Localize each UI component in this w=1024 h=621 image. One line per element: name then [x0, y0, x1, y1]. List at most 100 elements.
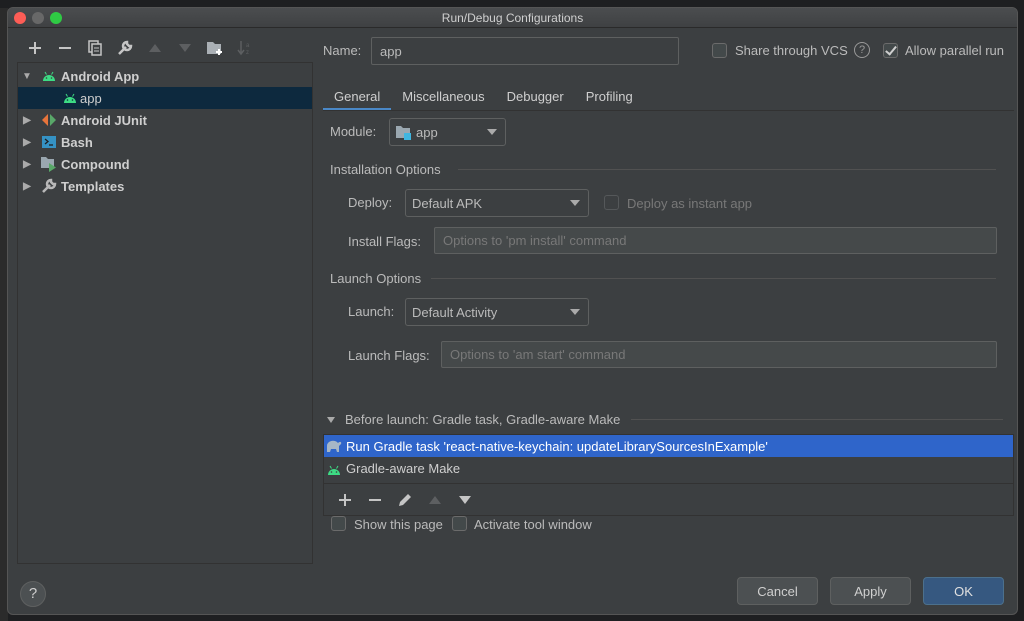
- install-flags-input[interactable]: Options to 'pm install' command: [434, 227, 997, 254]
- wrench-icon[interactable]: [110, 36, 140, 60]
- tree-item-templates[interactable]: ▶ Templates: [18, 175, 312, 197]
- cancel-button[interactable]: Cancel: [737, 577, 818, 605]
- title-bar: Run/Debug Configurations: [8, 8, 1017, 28]
- maximize-window-button[interactable]: [50, 12, 62, 24]
- collapsed-arrow-icon[interactable]: ▶: [21, 115, 33, 126]
- compound-icon: [41, 156, 57, 172]
- wrench-icon: [41, 178, 57, 194]
- edit-pencil-icon[interactable]: [390, 488, 420, 512]
- move-down-icon[interactable]: [450, 488, 480, 512]
- instant-app-label: Deploy as instant app: [627, 196, 753, 211]
- remove-icon[interactable]: [360, 488, 390, 512]
- launch-flags-label: Launch Flags:: [348, 348, 430, 363]
- tab-debugger[interactable]: Debugger: [496, 82, 575, 110]
- android-icon: [62, 90, 78, 106]
- move-up-icon[interactable]: [140, 36, 170, 60]
- install-flags-label: Install Flags:: [348, 234, 421, 249]
- show-page-label: Show this page: [354, 517, 443, 532]
- before-launch-item-label: Gradle-aware Make: [346, 460, 461, 476]
- chevron-down-icon: [570, 200, 580, 206]
- chevron-down-icon: [487, 129, 497, 135]
- tab-general[interactable]: General: [323, 82, 392, 111]
- deploy-value: Default APK: [412, 195, 483, 211]
- launch-value: Default Activity: [412, 304, 498, 320]
- deploy-select[interactable]: Default APK: [405, 189, 589, 217]
- tree-item-compound[interactable]: ▶ Compound: [18, 153, 312, 175]
- name-input[interactable]: app: [371, 37, 679, 65]
- tree-item-bash[interactable]: ▶ Bash: [18, 131, 312, 153]
- collapsed-arrow-icon[interactable]: ▶: [21, 159, 33, 170]
- close-window-button[interactable]: [14, 12, 26, 24]
- name-label: Name:: [323, 43, 362, 58]
- tab-label: Profiling: [585, 88, 633, 104]
- run-debug-dialog: Run/Debug Configurations az ▼ Android Ap…: [7, 7, 1018, 615]
- launch-flags-placeholder: Options to 'am start' command: [450, 347, 626, 362]
- tab-profiling[interactable]: Profiling: [575, 82, 644, 110]
- launch-flags-input[interactable]: Options to 'am start' command: [441, 341, 997, 368]
- launch-select[interactable]: Default Activity: [405, 298, 589, 326]
- tab-label: Debugger: [506, 88, 564, 104]
- before-launch-toolbar: [324, 483, 1013, 515]
- tree-item-android-app[interactable]: ▼ Android App: [18, 65, 312, 87]
- name-input-value: app: [380, 43, 402, 59]
- apply-label: Apply: [854, 583, 887, 599]
- help-button[interactable]: ?: [20, 581, 46, 607]
- allow-parallel-checkbox[interactable]: [883, 43, 898, 58]
- gradle-icon: [325, 438, 342, 456]
- configurations-tree[interactable]: ▼ Android App app ▶ Android JUnit ▶ Bash: [17, 62, 313, 564]
- tab-miscellaneous[interactable]: Miscellaneous: [391, 82, 495, 110]
- collapsed-arrow-icon[interactable]: ▶: [21, 181, 33, 192]
- tab-label: General: [334, 88, 381, 104]
- remove-icon[interactable]: [50, 36, 80, 60]
- add-icon[interactable]: [20, 36, 50, 60]
- config-tabs: General Miscellaneous Debugger Profiling: [323, 82, 644, 111]
- allow-parallel-label: Allow parallel run: [905, 43, 1004, 58]
- instant-app-checkbox[interactable]: [604, 195, 619, 210]
- move-up-icon[interactable]: [420, 488, 450, 512]
- minimize-window-button[interactable]: [32, 12, 44, 24]
- ok-button[interactable]: OK: [923, 577, 1004, 605]
- collapsed-arrow-icon[interactable]: ▶: [21, 137, 33, 148]
- ok-label: OK: [954, 583, 973, 599]
- copy-icon[interactable]: [80, 36, 110, 60]
- move-down-icon[interactable]: [170, 36, 200, 60]
- before-launch-item-label: Run Gradle task 'react-native-keychain: …: [346, 438, 768, 454]
- section-divider: [631, 419, 1003, 420]
- launch-label: Launch:: [348, 304, 395, 319]
- terminal-icon: [41, 134, 57, 150]
- new-folder-icon[interactable]: [200, 36, 230, 60]
- window-title: Run/Debug Configurations: [441, 11, 584, 25]
- launch-options-title: Launch Options: [330, 271, 422, 286]
- svg-text:z: z: [246, 50, 249, 56]
- section-divider: [458, 169, 996, 170]
- installation-options-title: Installation Options: [330, 162, 441, 177]
- add-icon[interactable]: [330, 488, 360, 512]
- cancel-label: Cancel: [757, 583, 798, 599]
- activate-tool-window-checkbox[interactable]: [452, 516, 467, 531]
- section-divider: [431, 278, 996, 279]
- share-vcs-checkbox[interactable]: [712, 43, 727, 58]
- sort-icon[interactable]: az: [230, 36, 260, 60]
- tree-item-android-junit[interactable]: ▶ Android JUnit: [18, 109, 312, 131]
- before-launch-item-gradle-make[interactable]: Gradle-aware Make: [324, 457, 1013, 479]
- tabs-divider: [323, 110, 1014, 111]
- module-label: Module:: [330, 124, 377, 139]
- tab-label: Miscellaneous: [402, 88, 485, 104]
- help-icon[interactable]: ?: [854, 42, 870, 58]
- tree-item-label: Android App: [61, 68, 140, 84]
- before-launch-list[interactable]: Run Gradle task 'react-native-keychain: …: [323, 434, 1014, 516]
- before-launch-title: Before launch: Gradle task, Gradle-aware…: [345, 412, 621, 427]
- tree-item-label: Templates: [61, 178, 125, 194]
- tree-item-app[interactable]: app: [18, 87, 312, 109]
- show-page-checkbox[interactable]: [331, 516, 346, 531]
- tree-item-label: app: [80, 90, 102, 106]
- before-launch-item-gradle-task[interactable]: Run Gradle task 'react-native-keychain: …: [324, 435, 1013, 457]
- before-launch-toggle-icon[interactable]: [327, 417, 335, 423]
- apply-button[interactable]: Apply: [830, 577, 911, 605]
- install-flags-placeholder: Options to 'pm install' command: [443, 233, 627, 248]
- expanded-arrow-icon[interactable]: ▼: [21, 71, 33, 82]
- tree-item-label: Compound: [61, 156, 130, 172]
- android-icon: [41, 68, 57, 84]
- chevron-down-icon: [570, 309, 580, 315]
- module-select[interactable]: app: [389, 118, 506, 146]
